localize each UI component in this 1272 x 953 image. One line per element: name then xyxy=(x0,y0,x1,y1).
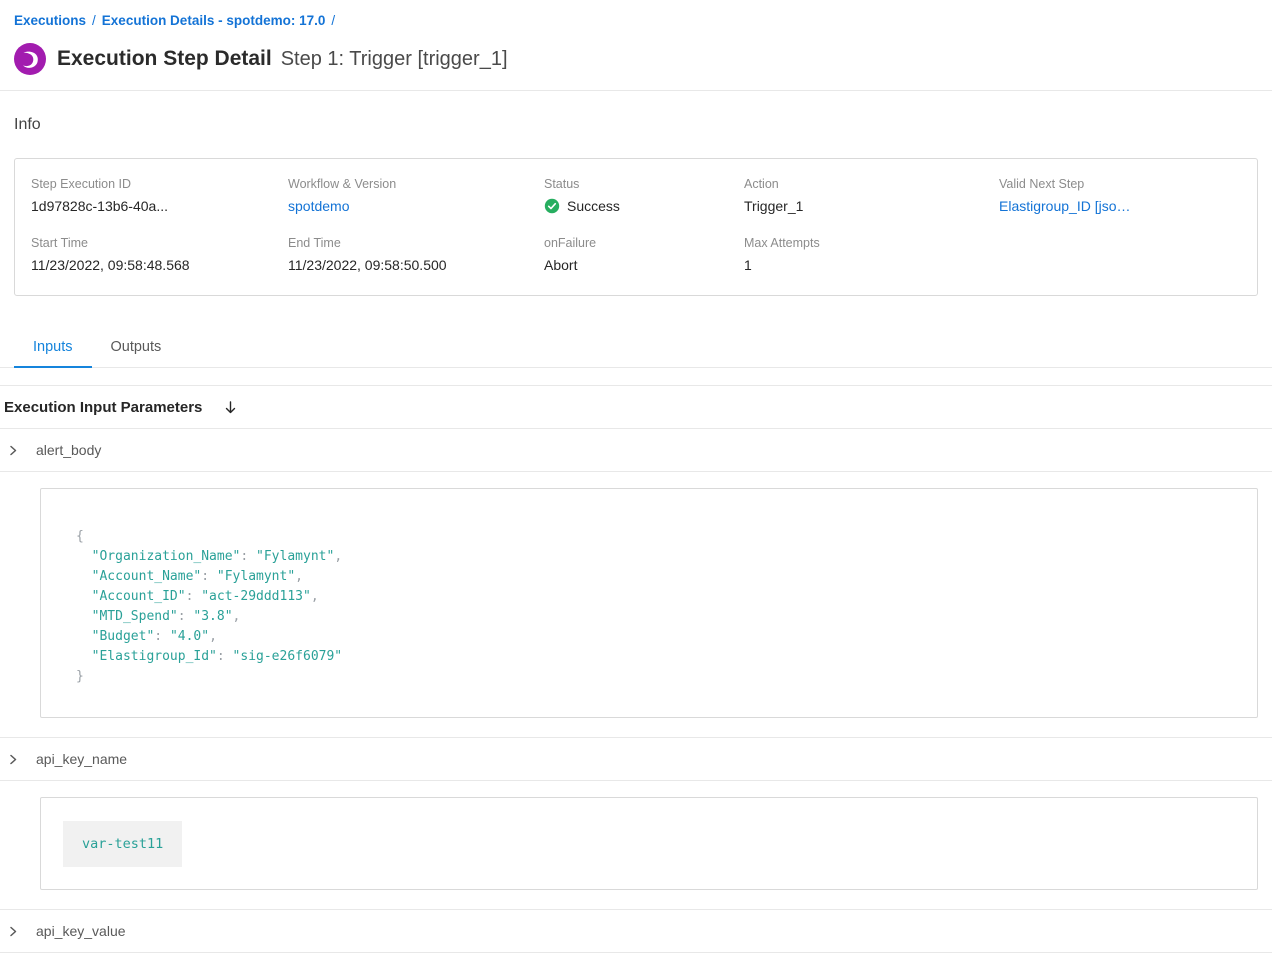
param-name: api_key_value xyxy=(36,923,126,939)
param-row-alert-body[interactable]: alert_body xyxy=(0,429,1272,471)
execution-step-detail-page: Executions / Execution Details - spotdemo:… xyxy=(0,0,1272,953)
arrow-down-icon[interactable] xyxy=(223,400,238,416)
page-subtitle: Step 1: Trigger [trigger_1] xyxy=(281,48,508,71)
field-end-time: End Time 11/23/2022, 09:58:50.500 xyxy=(288,236,544,273)
chevron-right-icon[interactable] xyxy=(7,444,19,457)
field-start-time: Start Time 11/23/2022, 09:58:48.568 xyxy=(31,236,288,273)
tab-outputs[interactable]: Outputs xyxy=(92,329,181,368)
workflow-link[interactable]: spotdemo xyxy=(288,198,528,214)
execution-input-parameters-header: Execution Input Parameters xyxy=(0,386,1272,428)
field-workflow-version: Workflow & Version spotdemo xyxy=(288,177,544,214)
info-section-title: Info xyxy=(0,116,1272,134)
field-label: Max Attempts xyxy=(744,236,999,250)
field-value: Trigger_1 xyxy=(744,198,999,214)
execution-input-parameters-title: Execution Input Parameters xyxy=(4,399,202,416)
field-label: onFailure xyxy=(544,236,744,250)
field-action: Action Trigger_1 xyxy=(744,177,999,214)
status-value: Success xyxy=(544,198,744,214)
field-label: Workflow & Version xyxy=(288,177,544,191)
alert-body-code-card: { "Organization_Name": "Fylamynt", "Acco… xyxy=(40,488,1258,718)
field-value: Abort xyxy=(544,257,744,273)
field-label: Action xyxy=(744,177,999,191)
breadcrumb-separator: / xyxy=(92,13,96,28)
field-value: 11/23/2022, 09:58:48.568 xyxy=(31,257,288,273)
tab-inputs[interactable]: Inputs xyxy=(14,329,92,368)
divider xyxy=(0,780,1272,781)
field-max-attempts: Max Attempts 1 xyxy=(744,236,999,273)
page-header: Execution Step Detail Step 1: Trigger [t… xyxy=(0,43,1272,75)
app-logo-icon xyxy=(14,43,46,75)
param-name: alert_body xyxy=(36,442,101,458)
api-key-name-value: var-test11 xyxy=(63,821,182,867)
breadcrumb-link-executions[interactable]: Executions xyxy=(14,13,86,28)
field-label: Valid Next Step xyxy=(999,177,1241,191)
chevron-right-icon[interactable] xyxy=(7,925,19,938)
field-status: Status Success xyxy=(544,177,744,214)
field-step-execution-id: Step Execution ID 1d97828c-13b6-40a... xyxy=(31,177,288,214)
field-label: Status xyxy=(544,177,744,191)
success-icon xyxy=(544,198,560,214)
field-value: 1 xyxy=(744,257,999,273)
breadcrumb-link-execution-details[interactable]: Execution Details - spotdemo: 17.0 xyxy=(102,13,326,28)
field-value: 1d97828c-13b6-40a... xyxy=(31,198,288,214)
field-on-failure: onFailure Abort xyxy=(544,236,744,273)
info-grid: Step Execution ID 1d97828c-13b6-40a... W… xyxy=(31,177,1241,273)
param-name: api_key_name xyxy=(36,751,127,767)
field-value: 11/23/2022, 09:58:50.500 xyxy=(288,257,544,273)
field-label: End Time xyxy=(288,236,544,250)
param-row-api-key-name[interactable]: api_key_name xyxy=(0,738,1272,780)
chevron-right-icon[interactable] xyxy=(7,753,19,766)
divider xyxy=(0,471,1272,472)
valid-next-step-link[interactable]: Elastigroup_ID [jso… xyxy=(999,198,1239,214)
field-valid-next-step: Valid Next Step Elastigroup_ID [jso… xyxy=(999,177,1241,214)
alert-body-json-viewer: { "Organization_Name": "Fylamynt", "Acco… xyxy=(76,527,1237,687)
api-key-name-code-card: var-test11 xyxy=(40,797,1258,890)
field-label: Start Time xyxy=(31,236,288,250)
breadcrumb: Executions / Execution Details - spotdemo:… xyxy=(0,0,1272,28)
info-card: Step Execution ID 1d97828c-13b6-40a... W… xyxy=(14,158,1258,296)
param-row-api-key-value[interactable]: api_key_value xyxy=(0,910,1272,952)
page-title: Execution Step Detail xyxy=(57,47,272,71)
field-label: Step Execution ID xyxy=(31,177,288,191)
divider xyxy=(0,90,1272,91)
status-text: Success xyxy=(567,198,620,214)
breadcrumb-separator: / xyxy=(331,13,335,28)
tabs-bar: Inputs Outputs xyxy=(0,329,1272,368)
